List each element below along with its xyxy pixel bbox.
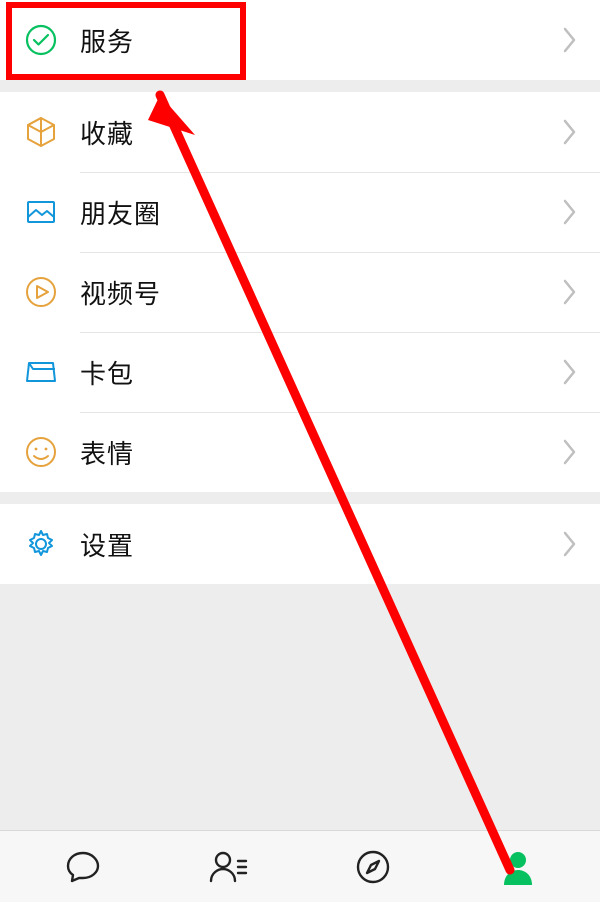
menu-item-settings[interactable]: 设置 xyxy=(0,504,600,584)
chevron-right-icon xyxy=(560,197,578,227)
chevron-right-icon xyxy=(560,117,578,147)
section-gap xyxy=(0,492,600,504)
menu-item-label: 服务 xyxy=(80,22,560,59)
menu-item-label: 视频号 xyxy=(80,274,560,311)
section-gap xyxy=(0,80,600,92)
tab-chats[interactable] xyxy=(63,847,103,887)
menu-item-label: 卡包 xyxy=(80,354,560,391)
services-icon xyxy=(24,23,80,57)
menu-item-label: 收藏 xyxy=(80,114,560,151)
menu-group: 服务 xyxy=(0,0,600,80)
chevron-right-icon xyxy=(560,25,578,55)
menu-item-label: 设置 xyxy=(80,526,560,563)
menu-item-favorites[interactable]: 收藏 xyxy=(0,92,600,172)
menu-item-services[interactable]: 服务 xyxy=(0,0,600,80)
menu-item-stickers[interactable]: 表情 xyxy=(0,412,600,492)
channels-icon xyxy=(24,275,80,309)
tab-contacts[interactable] xyxy=(208,847,248,887)
tab-discover[interactable] xyxy=(353,847,393,887)
settings-icon xyxy=(24,527,80,561)
menu-item-channels[interactable]: 视频号 xyxy=(0,252,600,332)
menu-item-label: 朋友圈 xyxy=(80,194,560,231)
tab-bar xyxy=(0,830,600,902)
chevron-right-icon xyxy=(560,277,578,307)
menu-item-label: 表情 xyxy=(80,434,560,471)
chevron-right-icon xyxy=(560,529,578,559)
moments-icon xyxy=(24,195,80,229)
chevron-right-icon xyxy=(560,437,578,467)
chevron-right-icon xyxy=(560,357,578,387)
menu-item-cards[interactable]: 卡包 xyxy=(0,332,600,412)
menu-item-moments[interactable]: 朋友圈 xyxy=(0,172,600,252)
cards-icon xyxy=(24,355,80,389)
stickers-icon xyxy=(24,435,80,469)
favorites-icon xyxy=(24,115,80,149)
tab-me[interactable] xyxy=(498,847,538,887)
menu-group: 收藏 朋友圈 视频号 xyxy=(0,92,600,492)
menu-group: 设置 xyxy=(0,504,600,584)
